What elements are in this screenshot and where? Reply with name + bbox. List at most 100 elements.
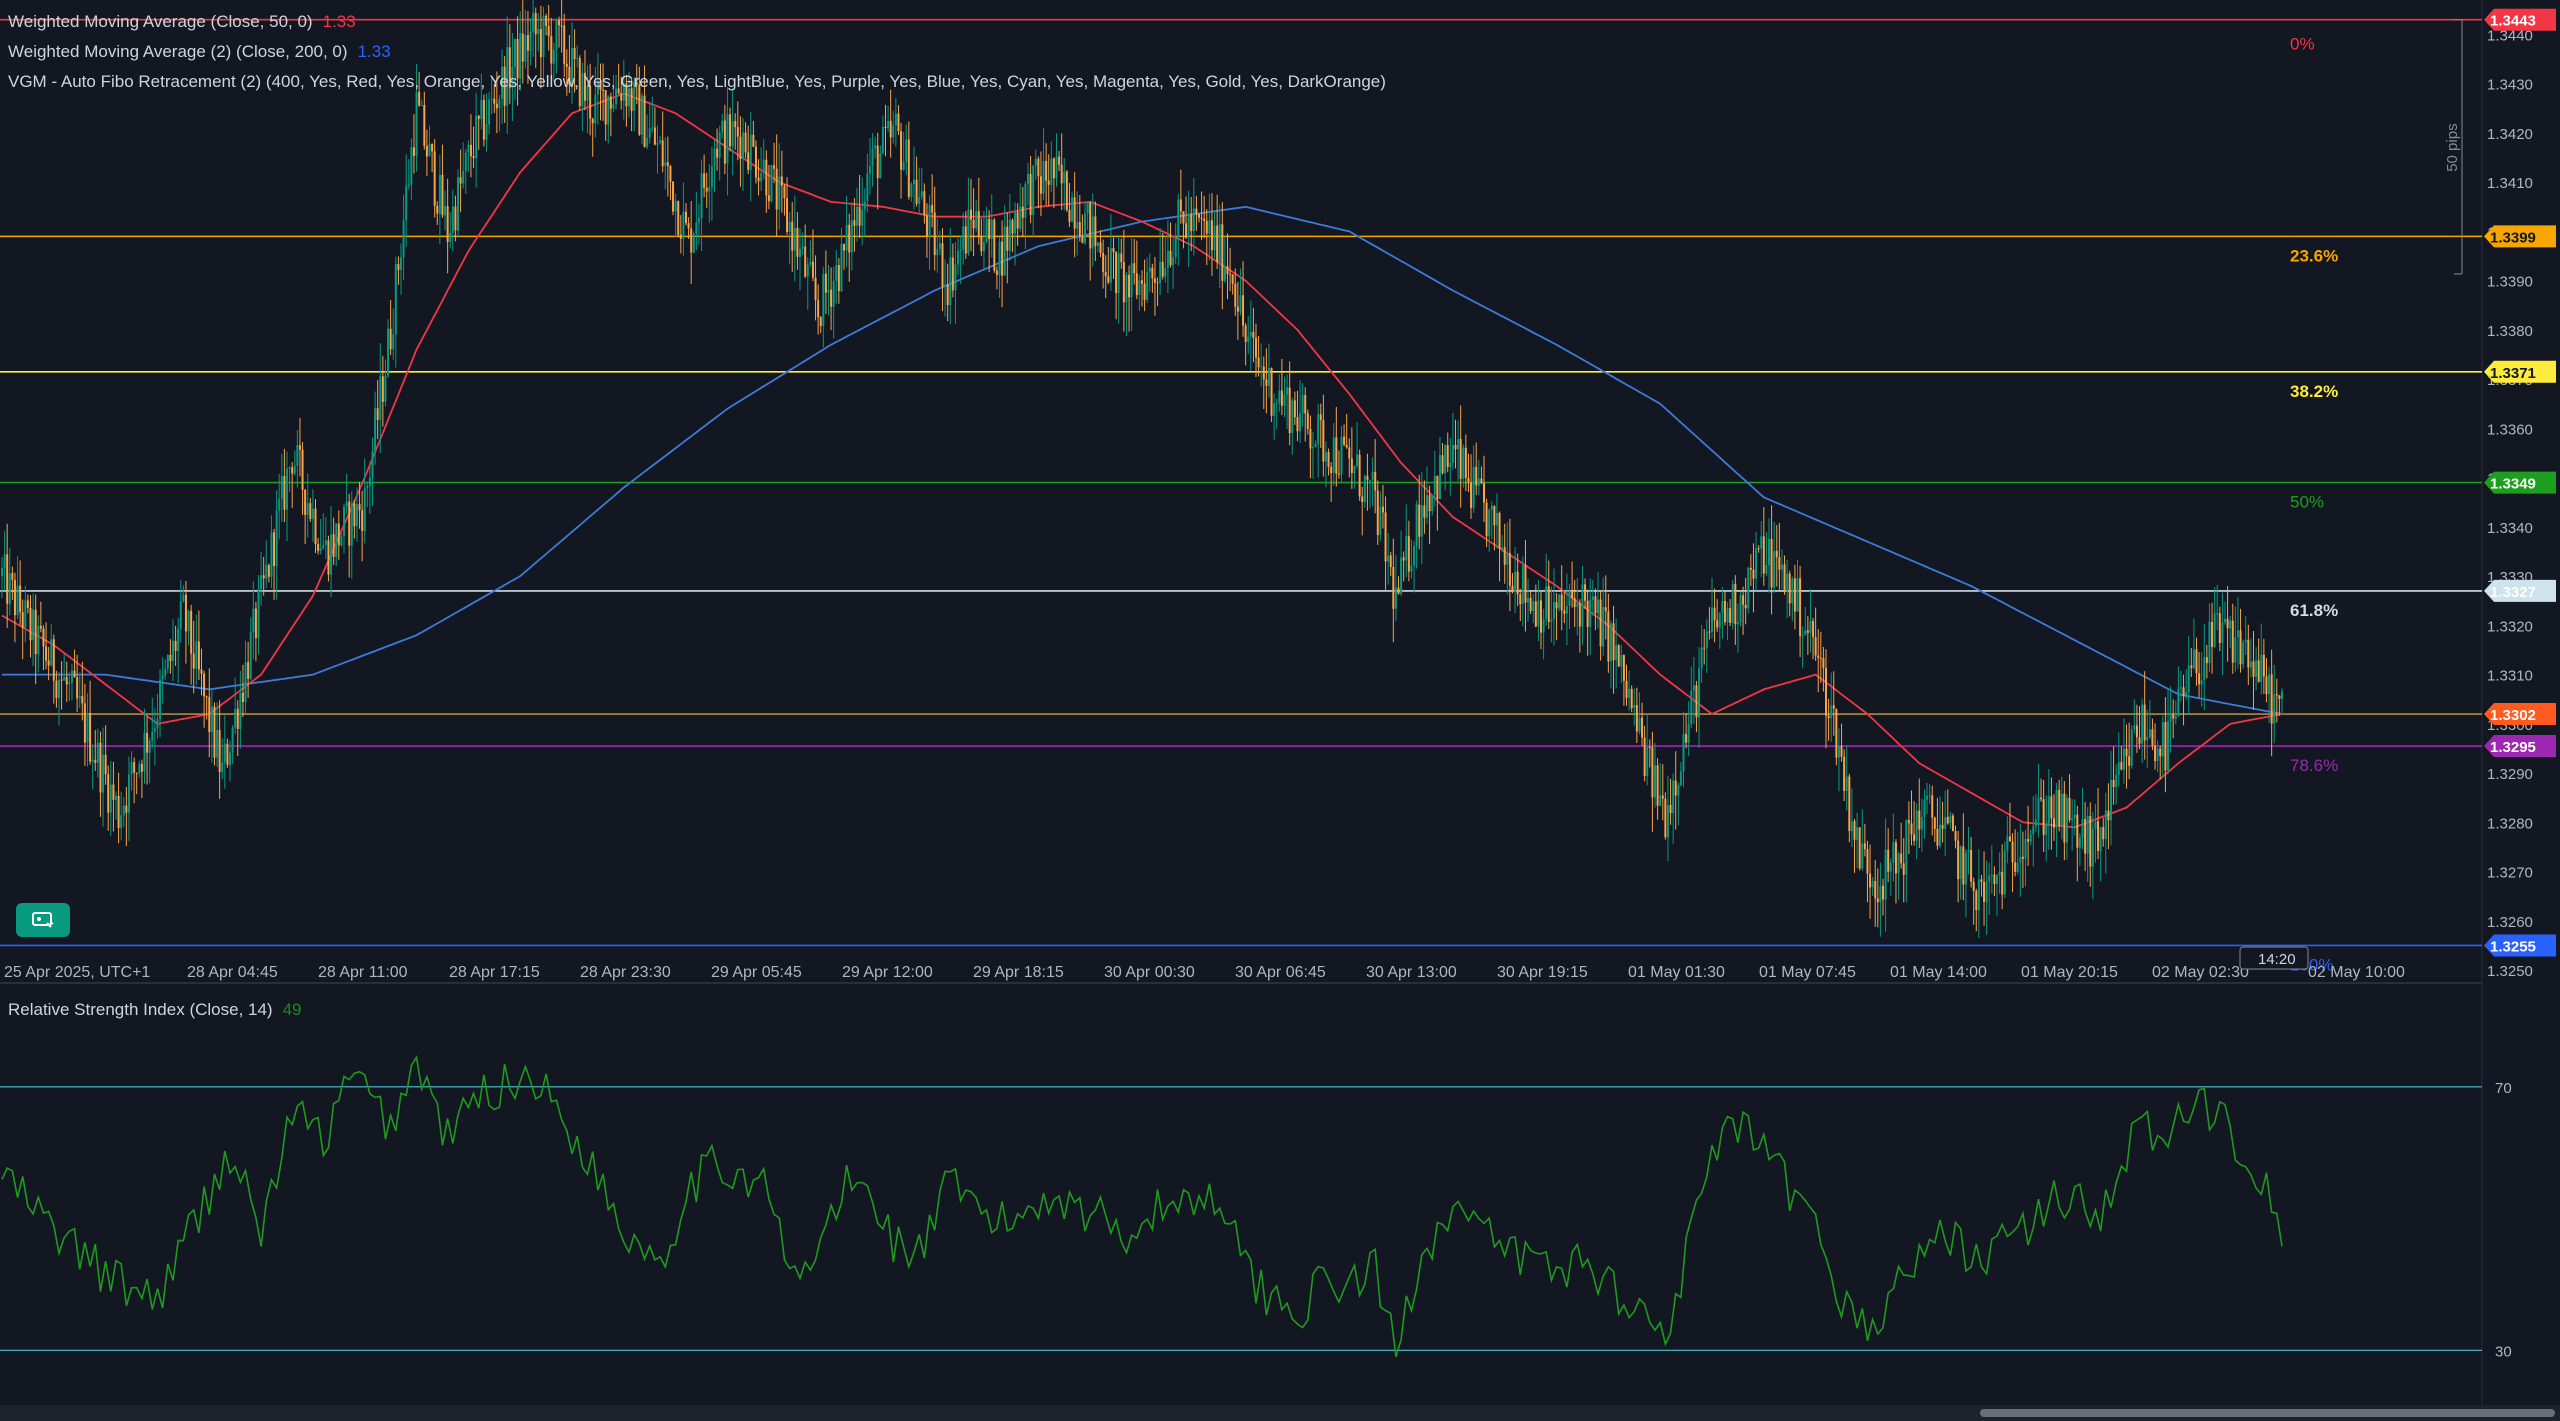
chart-canvas[interactable]: 0%23.6%38.2%50%61.8%78.6%100% 50 pips 1.… <box>0 0 2560 1405</box>
candle-body <box>431 143 434 152</box>
legend-rsi[interactable]: Relative Strength Index (Close, 14) 49 <box>8 1000 302 1020</box>
time-tick-label: 28 Apr 11:00 <box>318 964 408 981</box>
legend-fibo[interactable]: VGM - Auto Fibo Retracement (2) (400, Ye… <box>8 72 1386 92</box>
candle-body <box>775 168 778 210</box>
candle-body <box>944 284 947 287</box>
candle-body <box>1299 413 1302 432</box>
price-tag-236: 1.3399 <box>2484 225 2556 248</box>
measure-label: 50 pips <box>2444 123 2461 171</box>
candle-body <box>1939 824 1941 846</box>
candle-body <box>2203 657 2206 681</box>
time-tick-label: 28 Apr 23:30 <box>580 964 671 981</box>
candle-body <box>164 668 167 676</box>
candle-body <box>521 33 524 62</box>
candle-body <box>1674 780 1677 796</box>
candle-body <box>576 57 579 60</box>
price-tag-786: 1.3295 <box>2484 735 2556 758</box>
candle-body <box>550 36 553 64</box>
candle-body <box>1876 898 1879 903</box>
candle-body <box>1091 216 1094 249</box>
candle-body <box>1084 213 1086 243</box>
candle-body <box>1869 873 1872 888</box>
candle-body <box>2063 793 2066 843</box>
candle-body <box>2265 676 2268 695</box>
candle-body <box>1731 583 1734 623</box>
candle-body <box>824 273 827 293</box>
candle-body <box>192 653 195 669</box>
candle-body <box>1946 817 1949 824</box>
candle-body <box>982 242 985 252</box>
candle-body <box>1863 843 1866 850</box>
candle-body <box>1527 597 1530 603</box>
candle-body <box>1783 564 1786 591</box>
candle-body <box>1099 242 1102 253</box>
candle-body <box>1801 635 1804 637</box>
candle-body <box>1402 557 1405 561</box>
candle-body <box>1547 586 1550 622</box>
candle-body <box>814 277 817 301</box>
candle-body <box>60 679 63 681</box>
candle-body <box>418 92 421 106</box>
candle-body <box>330 534 333 575</box>
candle-body <box>1366 475 1369 480</box>
candle-body <box>1703 647 1706 649</box>
candle-body <box>700 173 703 219</box>
candle-body <box>1438 455 1441 500</box>
candle-body <box>498 99 501 109</box>
rsi-tick-label: 30 <box>2495 1343 2512 1360</box>
candle-body <box>1980 879 1983 882</box>
candle-body <box>819 317 822 326</box>
candle-body <box>2045 823 2048 835</box>
candle-body <box>2107 810 2110 821</box>
candle-body <box>1413 546 1416 566</box>
candle-body <box>425 145 428 157</box>
candle-body <box>744 132 747 153</box>
candle-body <box>1664 798 1667 838</box>
candle-body <box>1029 173 1032 215</box>
price-tick-label: 1.3250 <box>2487 963 2533 980</box>
candle-body <box>1711 607 1713 633</box>
fib-level-label: 61.8% <box>2290 601 2338 620</box>
scrollbar-thumb[interactable] <box>1980 1409 2555 1417</box>
candle-body <box>1384 512 1387 562</box>
candle-body <box>444 206 447 216</box>
candle-body <box>311 508 314 519</box>
candle-body <box>2115 775 2118 788</box>
candle-body <box>371 451 374 478</box>
legend-wma50[interactable]: Weighted Moving Average (Close, 50, 0) 1.… <box>8 12 356 32</box>
candle-body <box>472 156 475 159</box>
candle-body <box>1055 156 1058 179</box>
candle-body <box>182 594 185 602</box>
candle-body <box>835 265 838 281</box>
time-tick-label: 29 Apr 12:00 <box>842 964 933 981</box>
candle-body <box>405 186 408 221</box>
candle-body <box>832 280 835 307</box>
candle-body <box>50 639 53 666</box>
time-tick-label: 25 Apr 2025, UTC+1 <box>4 964 150 981</box>
candle-body <box>1016 212 1019 229</box>
candle-body <box>47 660 50 666</box>
candle-body <box>773 165 776 169</box>
add-alert-button[interactable] <box>16 903 70 937</box>
candle-body <box>1584 584 1587 601</box>
price-tag-50: 1.3349 <box>2484 471 2556 494</box>
candle-body <box>1024 183 1027 218</box>
candle-body <box>2200 680 2203 685</box>
candle-body <box>2050 796 2053 819</box>
candle-body <box>2081 819 2084 838</box>
candle-body <box>1343 436 1346 445</box>
candle-body <box>1521 564 1524 605</box>
candle-body <box>1483 482 1485 503</box>
candle-body <box>1273 403 1276 416</box>
candle-body <box>1622 655 1625 681</box>
candle-body <box>1107 276 1110 283</box>
candle-body <box>1096 242 1099 247</box>
candle-body <box>1905 819 1908 875</box>
candle-body <box>705 187 708 192</box>
candle-body <box>1063 171 1066 184</box>
candle-body <box>957 250 960 265</box>
candle-body <box>283 476 286 510</box>
legend-wma200[interactable]: Weighted Moving Average (2) (Close, 200,… <box>8 42 391 62</box>
candle-body <box>236 708 239 729</box>
candle-body <box>2016 862 2019 872</box>
